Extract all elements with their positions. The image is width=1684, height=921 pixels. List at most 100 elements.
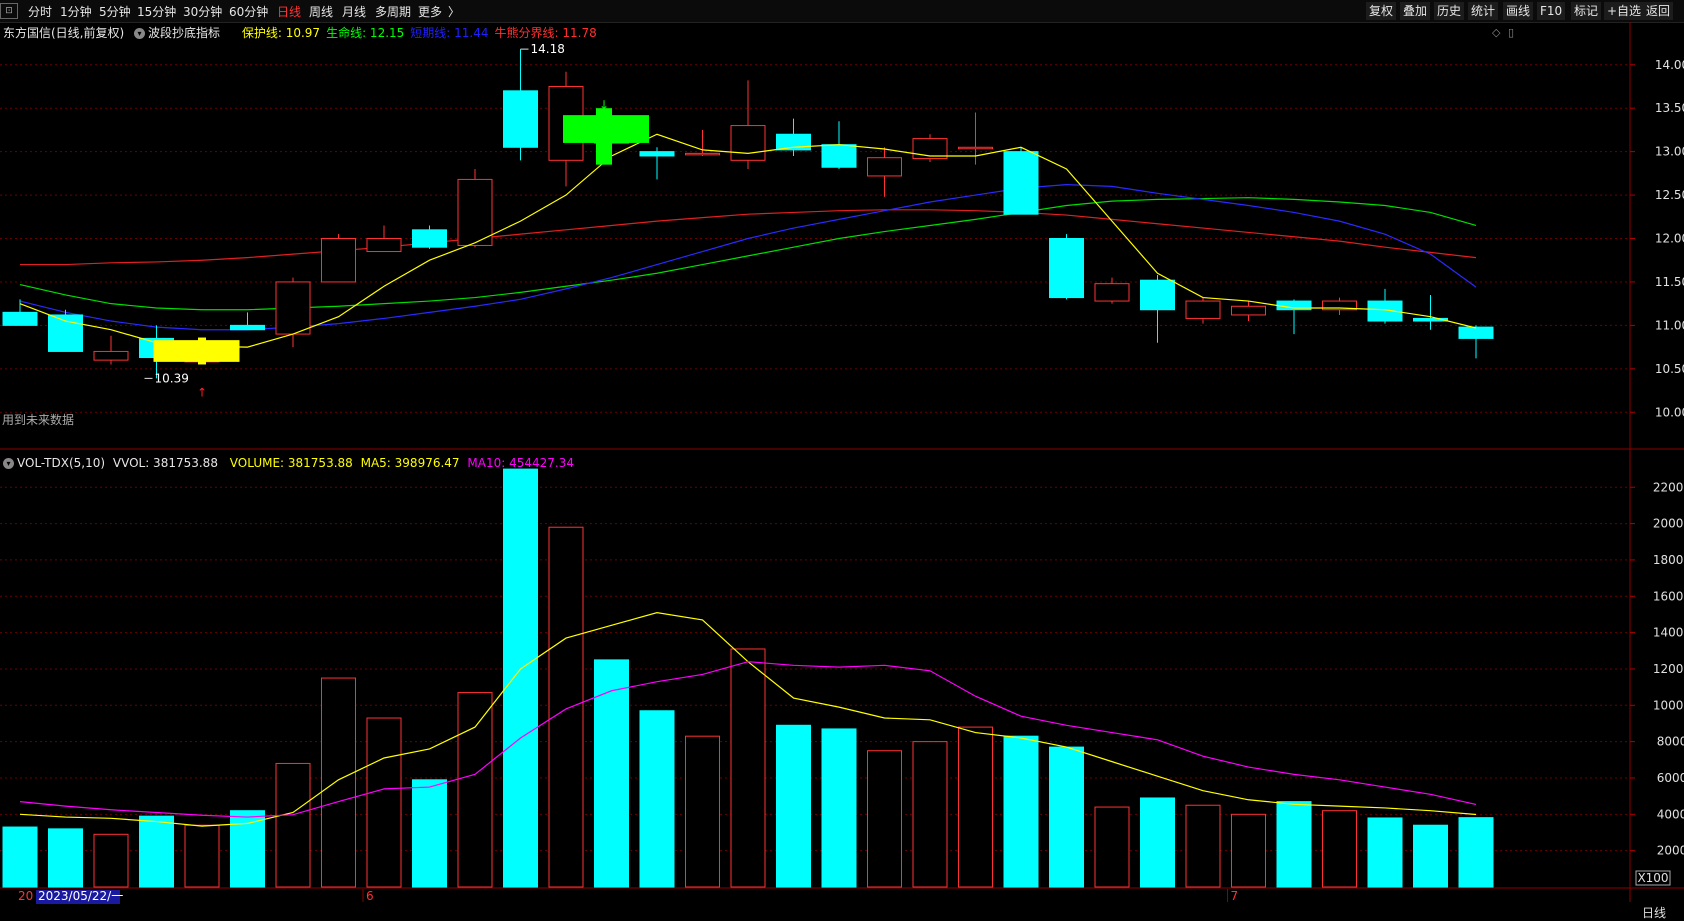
period-toolbar: ⊡ 分时 1分钟 5分钟 15分钟 30分钟 60分钟 日线 周线 月线 多周期 更多〉 复权 叠加历… xyxy=(0,0,1684,23)
candle-body xyxy=(1458,326,1494,339)
toolbar-button-7[interactable]: +自选 xyxy=(1604,2,1645,20)
toolbar-button-2[interactable]: 历史 xyxy=(1434,2,1465,20)
period-tab-2[interactable]: 5分钟 xyxy=(99,3,131,20)
volume-bar xyxy=(457,692,493,888)
diamond-icon[interactable]: ◇ xyxy=(1492,26,1500,39)
toolbar-button-0[interactable]: 复权 xyxy=(1366,2,1397,20)
candle-body xyxy=(639,151,675,157)
candle-body xyxy=(1140,279,1175,311)
chevron-down-icon[interactable]: ▾ xyxy=(3,458,14,469)
price-tick-label: 12.50 xyxy=(1655,188,1684,202)
volume-bar xyxy=(1322,810,1357,888)
volume-bar xyxy=(958,726,993,888)
volume-tick-label: 22000 xyxy=(1653,480,1684,494)
candle-body xyxy=(1094,283,1130,302)
candle-body xyxy=(275,281,311,335)
ma-legend-item-1: 生命线: 12.15 xyxy=(326,26,405,40)
volume-bar xyxy=(594,659,629,888)
period-tab-1[interactable]: 1分钟 xyxy=(60,3,92,20)
chart-corner-icons: ◇ ▯ xyxy=(1492,26,1514,39)
period-tab-8[interactable]: 月线 xyxy=(342,3,366,20)
price-tick-label: 13.50 xyxy=(1655,101,1684,115)
volume-bar xyxy=(1003,735,1039,888)
candle-body xyxy=(457,178,493,246)
toolbar-button-1[interactable]: 叠加 xyxy=(1400,2,1431,20)
candle-body xyxy=(821,144,857,168)
vol-volume: VOLUME: 381753.88 xyxy=(229,456,353,470)
period-tab-3[interactable]: 15分钟 xyxy=(137,3,176,20)
volume-bar xyxy=(230,810,265,888)
vol-name: VOL-TDX(5,10) xyxy=(17,456,106,470)
volume-bar xyxy=(139,815,174,888)
volume-unit-label: X100 xyxy=(1637,871,1668,885)
candle-body xyxy=(412,229,447,248)
ma-legend: 保护线: 10.97 生命线: 12.15 短期线: 11.44 牛熊分界线: 11.… xyxy=(242,26,603,40)
volume-tick-label: 4000 xyxy=(1657,807,1684,821)
indicator-selector[interactable]: ▾ 波段抄底指标 xyxy=(134,26,224,40)
volume-bar xyxy=(48,828,83,888)
toolbar-button-8[interactable]: 返回 xyxy=(1643,2,1674,20)
period-tab-9[interactable]: 多周期 xyxy=(375,3,411,20)
volume-bar xyxy=(93,833,129,888)
toolbar-button-5[interactable]: F10 xyxy=(1537,2,1566,20)
buy-signal-stem xyxy=(198,337,206,365)
volume-bar xyxy=(1185,804,1221,888)
buy-signal-box xyxy=(153,340,240,362)
sell-arrow-icon: ↓ xyxy=(599,98,609,112)
candle-body xyxy=(93,350,129,361)
period-tab-10[interactable]: 更多 xyxy=(418,3,442,20)
volume-bar xyxy=(548,526,584,888)
stock-title: 东方国信(日线,前复权) xyxy=(3,26,125,40)
volume-tick-label: 10000 xyxy=(1653,698,1684,712)
low-price-label: 10.39 xyxy=(155,371,189,385)
candle-body xyxy=(1231,305,1266,316)
period-tab-4[interactable]: 30分钟 xyxy=(183,3,222,20)
buy-arrow-icon: ↑ xyxy=(197,385,207,399)
vol-ma5: MA5: 398976.47 xyxy=(360,456,460,470)
more-arrow-icon[interactable]: 〉 xyxy=(448,3,460,20)
period-tab-6[interactable]: 日线 xyxy=(277,3,301,20)
period-tab-5[interactable]: 60分钟 xyxy=(229,3,268,20)
volume-bar xyxy=(1231,813,1266,888)
candle-body xyxy=(685,152,720,156)
window-control-icon[interactable]: ⊡ xyxy=(0,3,18,19)
period-tab-7[interactable]: 周线 xyxy=(309,3,333,20)
volume-tick-label: 2000 xyxy=(1657,844,1684,858)
volume-tick-label: 18000 xyxy=(1653,553,1684,567)
indicator-name: 波段抄底指标 xyxy=(148,26,221,40)
volume-bar xyxy=(1094,806,1130,888)
volume-bar xyxy=(1367,817,1403,888)
price-tick-label: 10.50 xyxy=(1655,362,1684,376)
volume-bar xyxy=(1413,824,1448,888)
stock-chart[interactable]: 14.00 13.50 13.00 12.50 12.00 11.50 11.00 10.50… xyxy=(0,22,1684,921)
candle-body xyxy=(867,157,902,177)
price-tick-label: 11.50 xyxy=(1655,275,1684,289)
price-tick-label: 11.00 xyxy=(1655,318,1684,332)
volume-bar xyxy=(639,710,675,888)
volume-bar xyxy=(275,762,311,888)
candle-body xyxy=(321,238,356,283)
chevron-down-icon: ▾ xyxy=(134,28,146,39)
candle-body xyxy=(1049,238,1084,299)
price-tick-label: 10.00 xyxy=(1655,405,1684,419)
volume-bar xyxy=(1140,797,1175,888)
volume-tick-label: 12000 xyxy=(1653,662,1684,676)
toolbar-button-4[interactable]: 画线 xyxy=(1503,2,1534,20)
candle-body xyxy=(958,146,993,150)
volume-header: ▾ VOL-TDX(5,10) VVOL: 381753.88 VOLUME: 3… xyxy=(3,456,574,470)
candle-body xyxy=(366,238,402,253)
main-chart-header: 东方国信(日线,前复权) ▾ 波段抄底指标 保护线: 10.97 生命线: 12.1… xyxy=(3,24,603,41)
volume-bar xyxy=(776,724,811,888)
ma-legend-item-0: 保护线: 10.97 xyxy=(241,26,321,40)
restore-icon[interactable]: ▯ xyxy=(1508,26,1514,39)
volume-bar xyxy=(184,824,220,888)
volume-bar xyxy=(366,717,402,888)
toolbar-button-3[interactable]: 统计 xyxy=(1468,2,1499,20)
candle-body xyxy=(230,324,265,331)
ma-legend-item-2: 短期线: 11.44 xyxy=(410,26,489,40)
period-tab-0[interactable]: 分时 xyxy=(28,3,52,20)
volume-bar xyxy=(321,677,356,888)
date-fragment-label: 20 xyxy=(18,889,33,903)
volume-bar xyxy=(867,750,902,888)
toolbar-button-6[interactable]: 标记 xyxy=(1571,2,1602,20)
